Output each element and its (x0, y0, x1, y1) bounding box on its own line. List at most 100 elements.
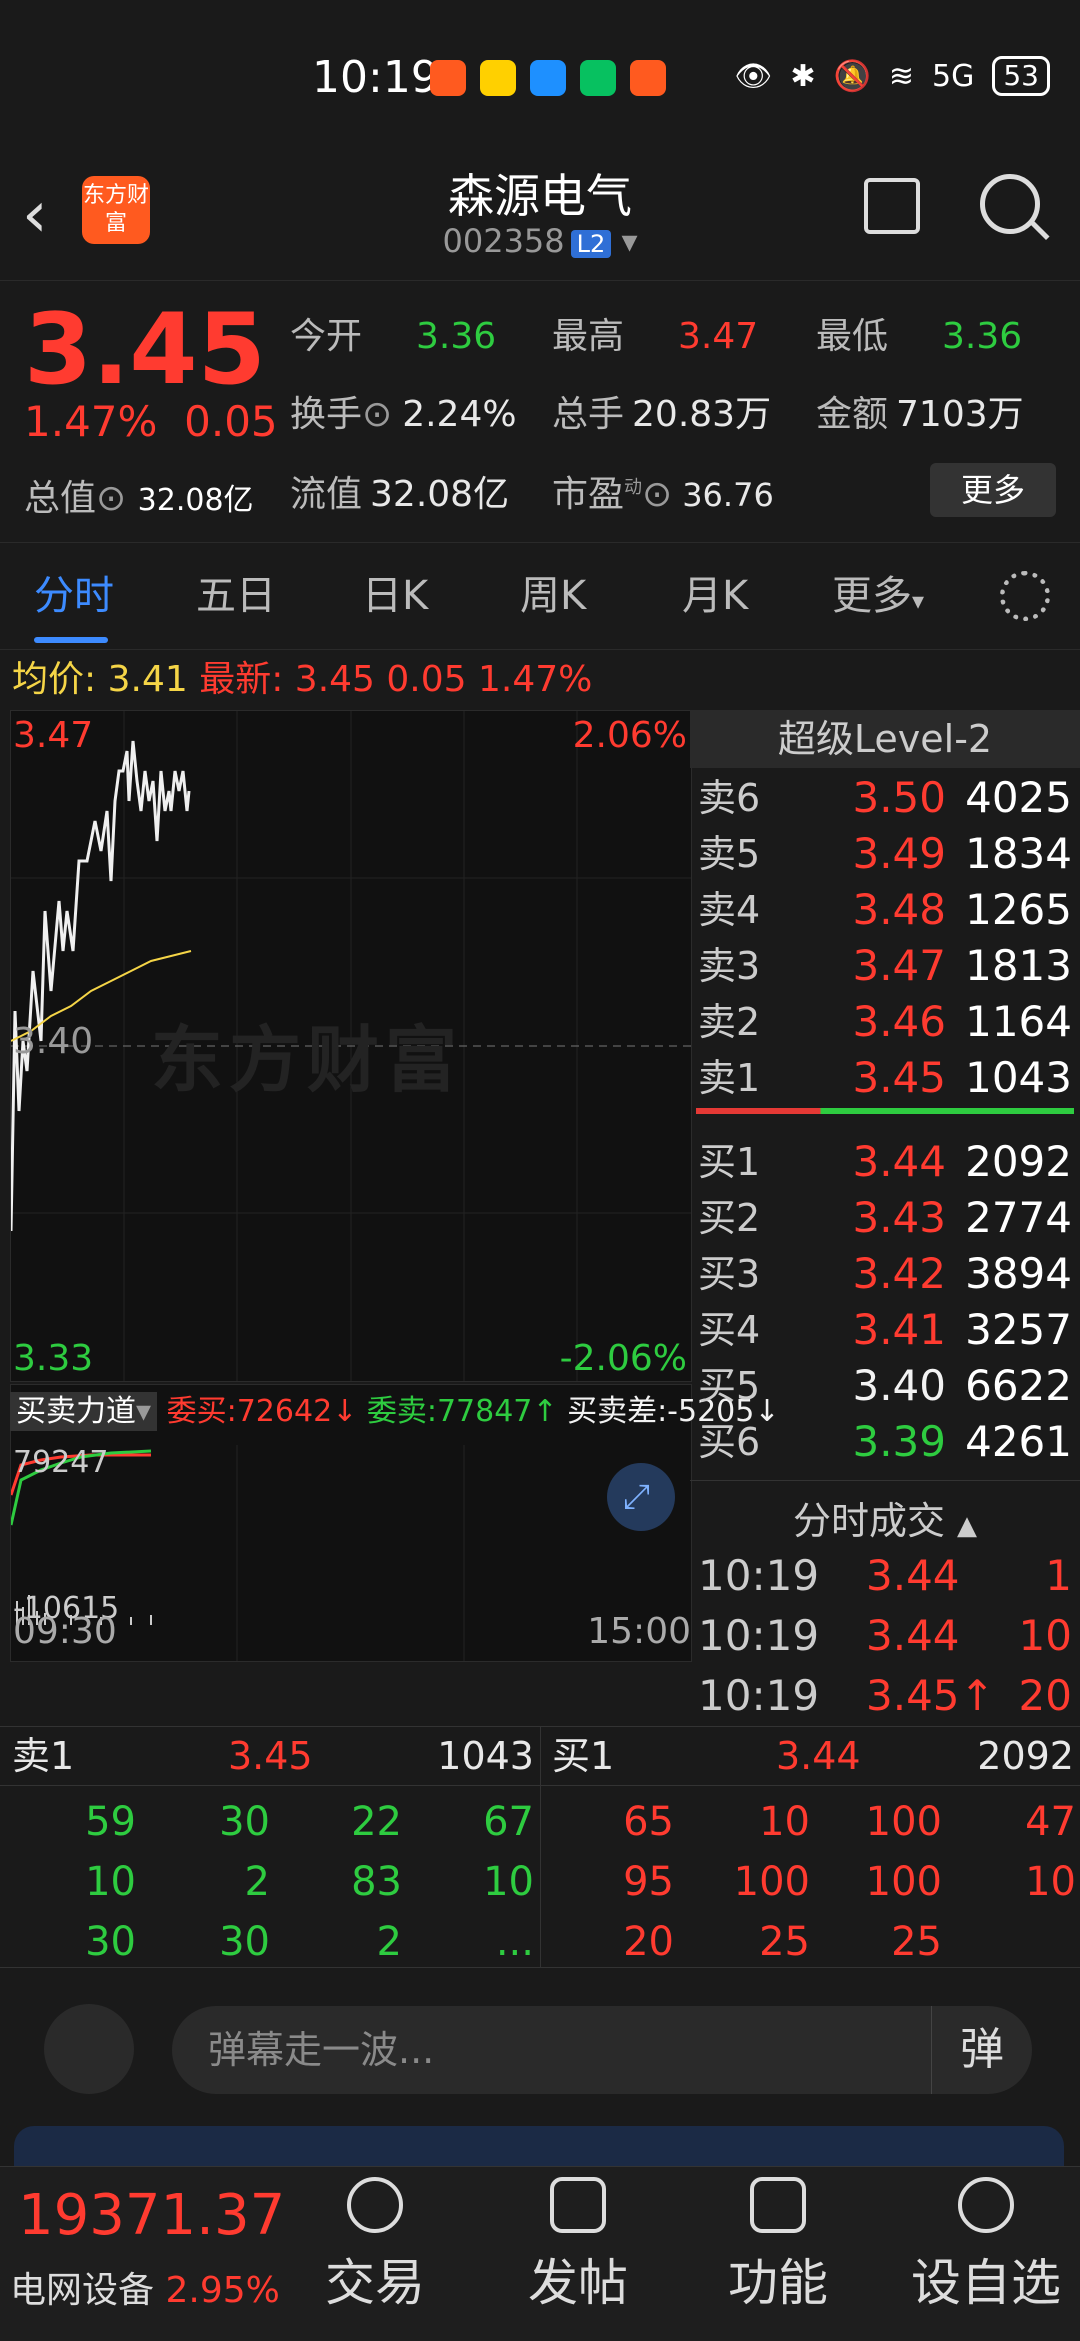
tab-intraday[interactable]: 分时 (34, 543, 114, 649)
tab-more-label: 更多 (832, 573, 912, 619)
sector-info[interactable]: 电网设备 2.95% (10, 2261, 280, 2313)
nav-functions[interactable]: 功能 (708, 2177, 848, 2315)
bid-label: 买3 (698, 1252, 761, 1296)
queue-cell: 100 (865, 1799, 942, 1845)
sector-pct: 2.95% (165, 2270, 280, 2311)
queue-cell: 65 (623, 1799, 674, 1845)
nav-trade[interactable]: 交易 (305, 2177, 445, 2315)
trade-time: 10:19 (698, 1551, 820, 1600)
total-value: 总值⊙ 32.08亿 (24, 469, 254, 521)
queue-cell: 30 (85, 1919, 136, 1965)
more-button[interactable]: 更多 (930, 463, 1056, 517)
ask-queue-header: 卖1 3.45 1043 (0, 1727, 540, 1786)
quote-field: 金额 7103万 (816, 385, 1024, 437)
ask-price: 3.45 (852, 1053, 946, 1102)
bluetooth-icon: ✱ (790, 58, 816, 94)
tick-trades-title[interactable]: 分时成交 ▲ (690, 1490, 1080, 1545)
ask-vol: 1164 (965, 997, 1072, 1046)
quote-field: 换手⊙ 2.24% (290, 385, 517, 437)
queue-cell: 25 (759, 1919, 810, 1965)
level2-title[interactable]: 超级Level-2 (690, 710, 1080, 768)
chart-bottom-pct: -2.06% (559, 1338, 687, 1379)
nav-label: 交易 (325, 2254, 425, 2312)
ask-row[interactable]: 卖4 3.48 1265 (698, 882, 1072, 938)
flow-selector[interactable]: 买卖力道▾ (10, 1392, 158, 1431)
queue-cell: 20 (623, 1919, 674, 1965)
bid-row[interactable]: 买6 3.39 4261 (698, 1414, 1072, 1470)
nav-add-watchlist[interactable]: 设自选 (906, 2177, 1066, 2315)
tab-monthly-k[interactable]: 月K (682, 543, 748, 649)
field-label: 今开 (290, 316, 363, 357)
flow-header: 买卖力道▾ 委买:72642↓ 委卖:77847↑ 买卖差:-5205↓ (10, 1384, 780, 1440)
ask-row[interactable]: 卖2 3.46 1164 (698, 994, 1072, 1050)
chevron-up-icon: ▲ (957, 1511, 978, 1541)
nav-post[interactable]: 发帖 (508, 2177, 648, 2315)
ask-row[interactable]: 卖1 3.45 1043 (698, 1050, 1072, 1106)
queue-label: 买1 (552, 1734, 615, 1778)
info-icon[interactable]: ⊙ (362, 394, 392, 435)
ask-row[interactable]: 卖6 3.50 4025 (698, 770, 1072, 826)
tick-trade-row: 10:19 3.44 10 (698, 1608, 1072, 1664)
chart-top-price: 3.47 (13, 715, 94, 756)
tab-five-day[interactable]: 五日 (196, 543, 276, 649)
bid-row[interactable]: 买1 3.44 2092 (698, 1134, 1072, 1190)
trade-price: 3.44 (866, 1611, 960, 1660)
change-value: 0.05 (184, 397, 278, 446)
bid-queue-header: 买1 3.44 2092 (540, 1727, 1080, 1786)
info-icon[interactable]: ⊙ (96, 478, 126, 519)
bid-row[interactable]: 买5 3.40 6622 (698, 1358, 1072, 1414)
quote-field: 今开 3.36 (290, 307, 496, 359)
field-label: 最低 (816, 316, 889, 357)
quote-field: 市盈动⊙ 36.76 (552, 465, 774, 517)
danmaku-settings-icon[interactable] (44, 2004, 134, 2094)
queue-cell: 10 (1025, 1859, 1076, 1905)
quote-field: 总手 20.83万 (552, 385, 771, 437)
danmaku-input[interactable]: 弹幕走一波... (172, 2006, 1032, 2094)
bid-row[interactable]: 买2 3.43 2774 (698, 1190, 1072, 1246)
wechat-icon (580, 60, 616, 96)
ask-vol: 1834 (965, 829, 1072, 878)
tab-weekly-k[interactable]: 周K (520, 543, 586, 649)
bid-price: 3.44 (852, 1137, 946, 1186)
ask-price: 3.47 (852, 941, 946, 990)
chevron-down-icon: ▾ (912, 587, 925, 615)
danmaku-button[interactable]: 弹 (931, 2006, 1032, 2094)
intraday-chart[interactable]: 东方财富 3.47 2.06% 3.40 3.33 -2.06% (10, 710, 692, 1382)
quote-field: 最低 3.36 (816, 307, 1022, 359)
meituan-icon (480, 60, 516, 96)
promo-banner[interactable] (14, 2126, 1064, 2166)
tab-more[interactable]: 更多▾ (832, 543, 924, 654)
chevron-down-icon: ▾ (136, 1394, 152, 1429)
info-icon[interactable]: ⊙ (642, 474, 672, 515)
tab-daily-k[interactable]: 日K (362, 543, 428, 649)
ask-vol: 1265 (965, 885, 1072, 934)
eye-icon: 👁 (734, 58, 773, 94)
bid-vol: 4261 (965, 1417, 1072, 1466)
ask-label: 卖6 (698, 776, 761, 820)
gear-icon[interactable] (1000, 571, 1050, 621)
bid-label: 买1 (698, 1140, 761, 1184)
chart-mid-price: 3.40 (13, 1021, 94, 1062)
bid-price: 3.42 (852, 1249, 946, 1298)
queue-cell: 83 (351, 1859, 402, 1905)
ask-row[interactable]: 卖3 3.47 1813 (698, 938, 1072, 994)
status-time: 10:19 (312, 52, 439, 103)
tick-trade-row: 10:19 3.45↑ 20 (698, 1668, 1072, 1724)
change-pct: 1.47% (24, 397, 158, 446)
total-value-number: 32.08亿 (137, 483, 254, 518)
pe-superscript: 动 (624, 477, 643, 498)
share-icon[interactable] (864, 178, 920, 234)
bid-ask-ratio-bar (696, 1108, 1074, 1114)
expand-icon[interactable]: ⤢ (623, 1477, 650, 1517)
chevron-down-icon: ▾ (611, 222, 638, 260)
bid-row[interactable]: 买4 3.41 3257 (698, 1302, 1072, 1358)
queue-more[interactable]: ... (434, 1919, 534, 1965)
ask-price: 3.50 (852, 773, 946, 822)
search-icon[interactable] (980, 174, 1040, 234)
bid-price: 3.43 (852, 1193, 946, 1242)
queue-label: 卖1 (12, 1734, 75, 1778)
ask-row[interactable]: 卖5 3.49 1834 (698, 826, 1072, 882)
bid-row[interactable]: 买3 3.42 3894 (698, 1246, 1072, 1302)
bid-vol: 2774 (965, 1193, 1072, 1242)
index-value[interactable]: 19371.37 (18, 2183, 285, 2248)
